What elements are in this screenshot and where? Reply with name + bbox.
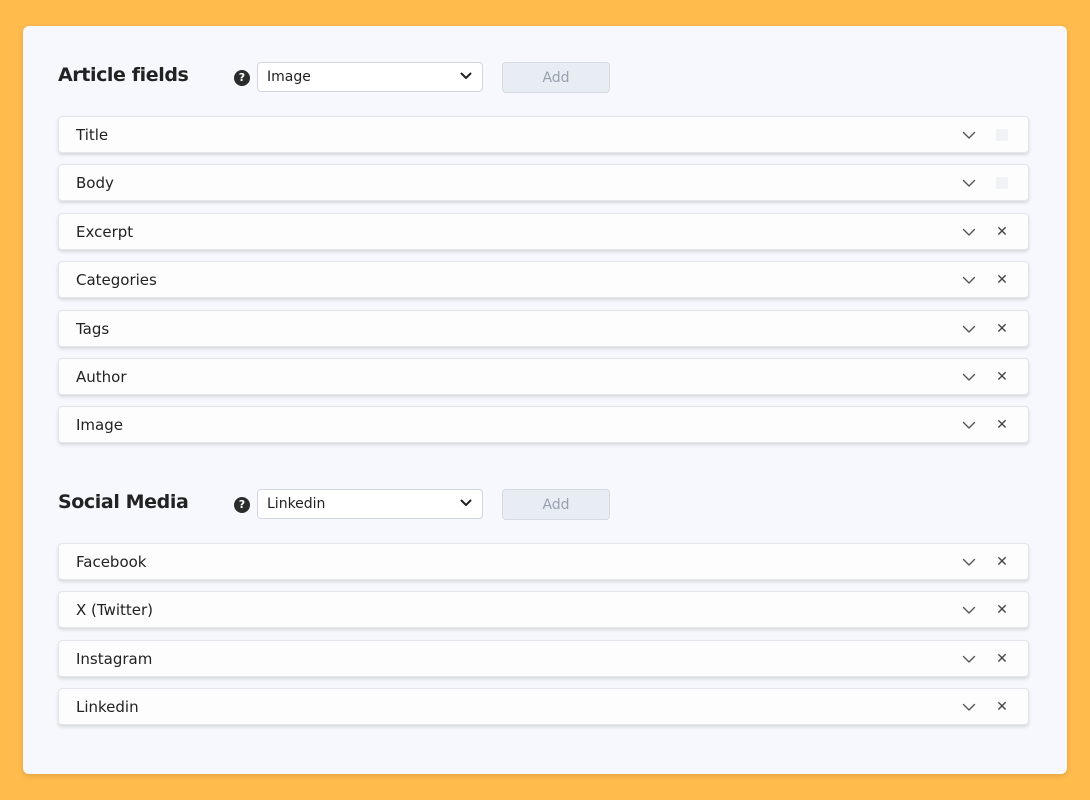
social-media-header: Social Media ? Linkedin Add <box>58 488 1029 522</box>
select-value: Image <box>267 69 311 85</box>
help-icon[interactable]: ? <box>234 497 250 513</box>
close-icon[interactable]: ✕ <box>994 224 1010 240</box>
help-icon[interactable]: ? <box>234 70 250 86</box>
field-row-label: Body <box>76 174 114 193</box>
field-row-label: Author <box>76 368 127 386</box>
field-row[interactable]: Body ✕ <box>58 164 1029 202</box>
field-row[interactable]: Linkedin ✕ <box>58 688 1029 726</box>
add-button[interactable]: Add <box>502 62 610 93</box>
field-row[interactable]: Categories ✕ <box>58 261 1029 299</box>
close-icon[interactable]: ✕ <box>994 321 1010 337</box>
chevron-down-icon <box>460 72 472 79</box>
close-icon[interactable]: ✕ <box>994 417 1010 433</box>
field-row-label: Facebook <box>76 553 147 571</box>
field-row-label: X (Twitter) <box>76 601 154 620</box>
article-field-select[interactable]: Image <box>257 62 483 92</box>
chevron-down-icon[interactable] <box>962 228 976 237</box>
close-icon: ✕ <box>994 175 1010 191</box>
field-row[interactable]: Image ✕ <box>58 406 1029 444</box>
article-fields-header: Article fields ? Image Add <box>58 61 1029 95</box>
field-row-label: Image <box>76 416 123 435</box>
chevron-down-icon[interactable] <box>962 655 976 664</box>
chevron-down-icon[interactable] <box>962 703 976 712</box>
add-button[interactable]: Add <box>502 489 610 520</box>
fields-panel: Article fields ? Image Add Title✕Body✕Ex… <box>23 26 1067 774</box>
close-icon[interactable]: ✕ <box>994 651 1010 667</box>
chevron-down-icon <box>460 499 472 506</box>
social-media-select[interactable]: Linkedin <box>257 489 483 519</box>
social-media-section: Social Media ? Linkedin Add Facebook ✕ X (… <box>58 488 1029 726</box>
chevron-down-icon[interactable] <box>962 179 976 188</box>
field-row[interactable]: Facebook ✕ <box>58 543 1029 580</box>
chevron-down-icon[interactable] <box>962 606 976 615</box>
section-title: Article fields <box>58 64 189 86</box>
field-row-label: Instagram <box>76 649 153 668</box>
close-icon[interactable]: ✕ <box>994 369 1010 385</box>
close-icon[interactable]: ✕ <box>994 699 1010 715</box>
chevron-down-icon[interactable] <box>962 558 976 567</box>
close-icon[interactable]: ✕ <box>994 272 1010 288</box>
close-icon[interactable]: ✕ <box>994 554 1010 570</box>
chevron-down-icon[interactable] <box>962 276 976 285</box>
chevron-down-icon[interactable] <box>962 421 976 430</box>
field-row-label: Tags <box>76 319 110 338</box>
field-row[interactable]: Instagram ✕ <box>58 639 1029 677</box>
field-row-label: Categories <box>76 271 157 290</box>
article-fields-section: Article fields ? Image Add Title✕Body✕Ex… <box>58 61 1029 444</box>
field-row[interactable]: Title ✕ <box>58 116 1029 153</box>
select-value: Linkedin <box>267 496 326 512</box>
field-row-label: Excerpt <box>76 222 134 241</box>
field-row-label: Title <box>76 126 109 144</box>
close-icon[interactable]: ✕ <box>994 602 1010 618</box>
chevron-down-icon[interactable] <box>962 131 976 140</box>
field-row[interactable]: Excerpt ✕ <box>58 212 1029 250</box>
field-row-label: Linkedin <box>76 698 139 717</box>
section-title: Social Media <box>58 491 189 513</box>
field-row[interactable]: Tags ✕ <box>58 309 1029 347</box>
field-row[interactable]: X (Twitter) ✕ <box>58 591 1029 629</box>
chevron-down-icon[interactable] <box>962 325 976 334</box>
field-row[interactable]: Author ✕ <box>58 358 1029 395</box>
chevron-down-icon[interactable] <box>962 373 976 382</box>
close-icon: ✕ <box>994 127 1010 143</box>
